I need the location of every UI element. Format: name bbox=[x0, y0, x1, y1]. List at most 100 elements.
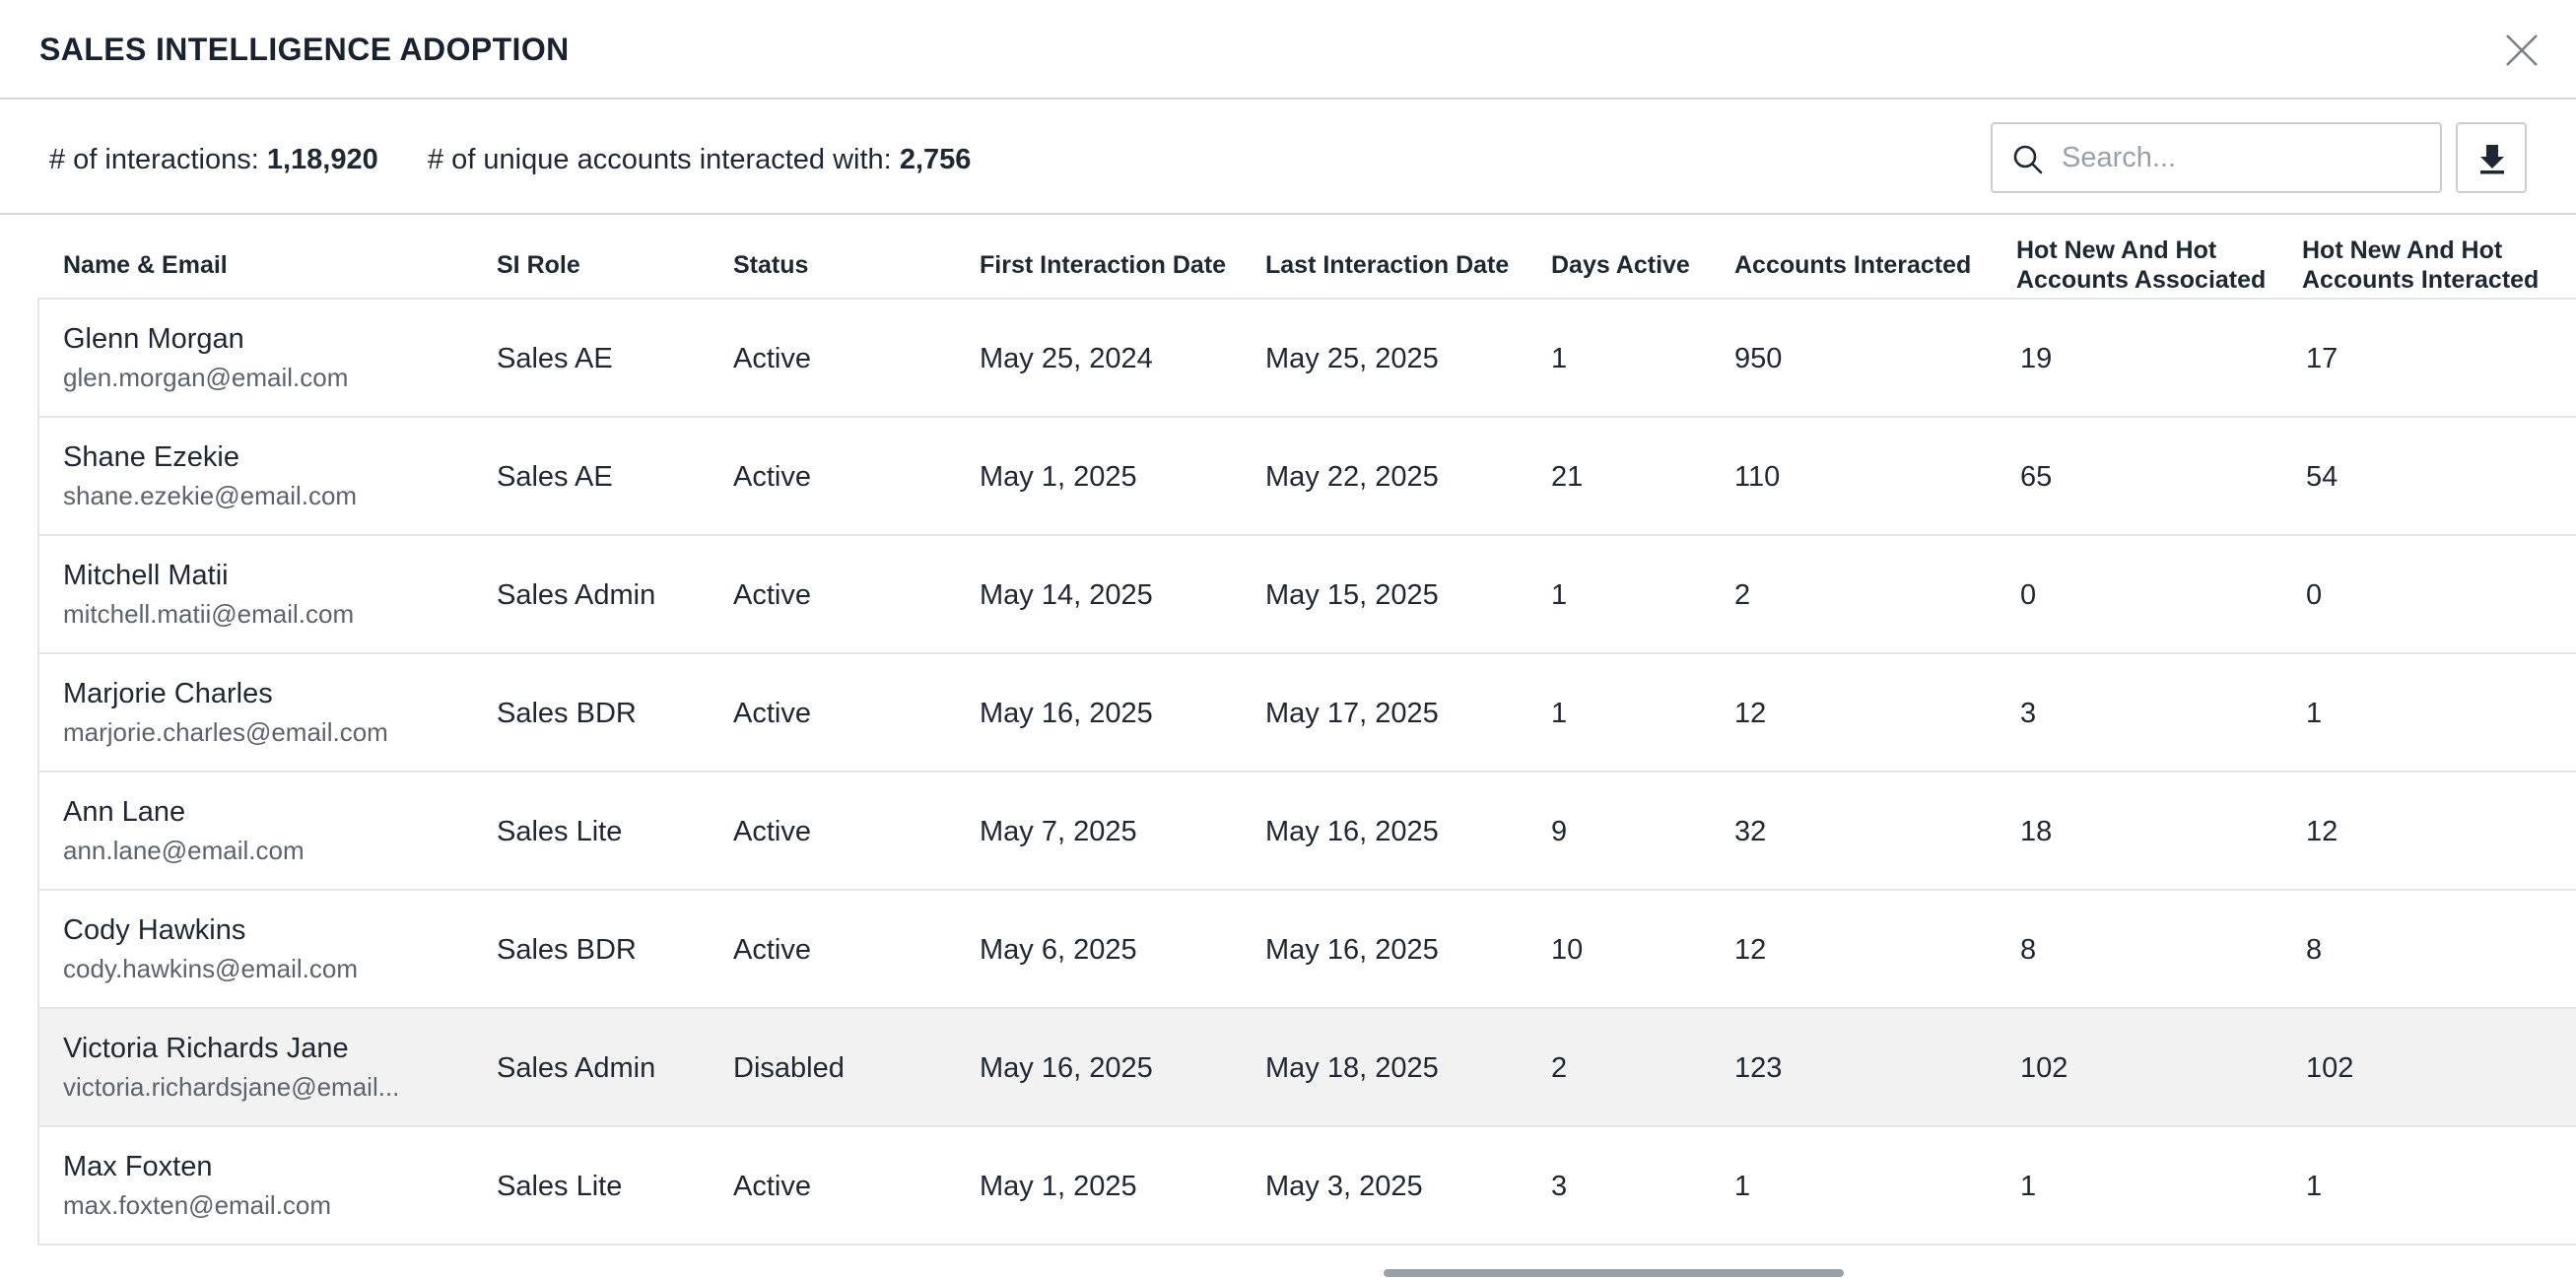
first-interaction-cell: May 16, 2025 bbox=[980, 1052, 1153, 1084]
hot-accounts-associated-cell: 65 bbox=[2020, 461, 2053, 493]
si-role-cell: Sales BDR bbox=[497, 934, 637, 966]
table-row[interactable]: Mitchell Matii mitchell.matii@email.com Sa… bbox=[37, 536, 2576, 654]
accounts-interacted-cell: 1 bbox=[1734, 1171, 1751, 1202]
search-input[interactable] bbox=[2062, 126, 2426, 189]
hot-accounts-associated-cell: 102 bbox=[2020, 1052, 2068, 1084]
close-button[interactable] bbox=[2501, 30, 2542, 71]
last-interaction-cell: May 22, 2025 bbox=[1265, 461, 1439, 493]
accounts-interacted-cell: 32 bbox=[1734, 816, 1767, 847]
interactions-value: 1,18,920 bbox=[266, 144, 378, 175]
modal-title: SALES INTELLIGENCE ADOPTION bbox=[39, 32, 570, 67]
header-si-role[interactable]: SI Role bbox=[497, 250, 580, 280]
user-name: Marjorie Charles bbox=[63, 678, 273, 709]
accounts-interacted-cell: 12 bbox=[1734, 934, 1767, 966]
header-hot-accounts-interacted[interactable]: Hot New And Hot Accounts Interacted bbox=[2302, 236, 2539, 295]
user-email: cody.hawkins@email.com bbox=[63, 954, 359, 983]
user-name: Max Foxten bbox=[63, 1151, 213, 1182]
last-interaction-cell: May 3, 2025 bbox=[1265, 1171, 1423, 1202]
table-row[interactable]: Max Foxten max.foxten@email.com Sales Lite… bbox=[37, 1127, 2576, 1245]
first-interaction-cell: May 25, 2024 bbox=[980, 343, 1153, 374]
close-icon bbox=[2506, 34, 2538, 66]
last-interaction-cell: May 16, 2025 bbox=[1265, 934, 1439, 966]
header-last-interaction[interactable]: Last Interaction Date bbox=[1265, 250, 1509, 280]
search-box[interactable] bbox=[1991, 122, 2442, 193]
hot-accounts-associated-cell: 19 bbox=[2020, 343, 2053, 374]
header-name-email[interactable]: Name & Email bbox=[63, 250, 228, 280]
hot-accounts-interacted-cell: 12 bbox=[2306, 816, 2339, 847]
si-role-cell: Sales Lite bbox=[497, 816, 623, 847]
hot-accounts-interacted-cell: 8 bbox=[2306, 934, 2323, 966]
user-name: Glenn Morgan bbox=[63, 323, 244, 355]
hot-accounts-interacted-cell: 102 bbox=[2306, 1052, 2354, 1084]
accounts-interacted-cell: 2 bbox=[1734, 579, 1751, 611]
first-interaction-cell: May 1, 2025 bbox=[980, 1171, 1137, 1202]
table-row[interactable]: Shane Ezekie shane.ezekie@email.com Sales … bbox=[37, 418, 2576, 536]
si-role-cell: Sales AE bbox=[497, 343, 613, 374]
hot-accounts-interacted-cell: 1 bbox=[2306, 698, 2323, 729]
header-hot-accounts-associated[interactable]: Hot New And Hot Accounts Associated bbox=[2016, 236, 2266, 295]
days-active-cell: 1 bbox=[1551, 343, 1568, 374]
interactions-stat: # of interactions: 1,18,920 bbox=[49, 144, 378, 176]
user-email: max.foxten@email.com bbox=[63, 1190, 332, 1220]
first-interaction-cell: May 1, 2025 bbox=[980, 461, 1137, 493]
si-role-cell: Sales Admin bbox=[497, 1052, 656, 1084]
table-row[interactable]: Cody Hawkins cody.hawkins@email.com Sales … bbox=[37, 891, 2576, 1009]
days-active-cell: 2 bbox=[1551, 1052, 1568, 1084]
hot-accounts-interacted-cell: 17 bbox=[2306, 343, 2339, 374]
hot-accounts-associated-cell: 8 bbox=[2020, 934, 2037, 966]
first-interaction-cell: May 14, 2025 bbox=[980, 579, 1153, 611]
accounts-interacted-cell: 123 bbox=[1734, 1052, 1783, 1084]
user-email: glen.morgan@email.com bbox=[63, 363, 349, 392]
header-days-active[interactable]: Days Active bbox=[1551, 250, 1690, 280]
table-row[interactable]: Glenn Morgan glen.morgan@email.com Sales A… bbox=[37, 300, 2576, 418]
user-email: marjorie.charles@email.com bbox=[63, 717, 388, 747]
hot-accounts-interacted-cell: 1 bbox=[2306, 1171, 2323, 1202]
table-header: Name & Email SI Role Status First Interacti… bbox=[37, 215, 2576, 300]
hot-accounts-interacted-cell: 54 bbox=[2306, 461, 2339, 493]
status-cell: Active bbox=[733, 816, 811, 847]
user-email: ann.lane@email.com bbox=[63, 836, 305, 865]
accounts-interacted-cell: 12 bbox=[1734, 698, 1767, 729]
si-role-cell: Sales BDR bbox=[497, 698, 637, 729]
status-cell: Active bbox=[733, 698, 811, 729]
status-cell: Active bbox=[733, 579, 811, 611]
table-row[interactable]: Victoria Richards Jane victoria.richardsj… bbox=[37, 1009, 2576, 1127]
si-role-cell: Sales AE bbox=[497, 461, 613, 493]
hot-accounts-associated-cell: 1 bbox=[2020, 1171, 2037, 1202]
search-icon bbox=[2013, 145, 2043, 174]
first-interaction-cell: May 7, 2025 bbox=[980, 816, 1137, 847]
user-name: Cody Hawkins bbox=[63, 914, 246, 946]
status-cell: Active bbox=[733, 934, 811, 966]
hot-accounts-associated-cell: 0 bbox=[2020, 579, 2037, 611]
unique-accounts-stat: # of unique accounts interacted with: 2,… bbox=[428, 144, 971, 176]
user-email: mitchell.matii@email.com bbox=[63, 599, 355, 629]
last-interaction-cell: May 18, 2025 bbox=[1265, 1052, 1439, 1084]
status-cell: Active bbox=[733, 343, 811, 374]
status-cell: Active bbox=[733, 461, 811, 493]
days-active-cell: 10 bbox=[1551, 934, 1584, 966]
users-table: Name & Email SI Role Status First Interacti… bbox=[37, 215, 2576, 1245]
download-button[interactable] bbox=[2456, 122, 2527, 193]
download-icon bbox=[2480, 145, 2504, 174]
days-active-cell: 21 bbox=[1551, 461, 1584, 493]
unique-accounts-label: # of unique accounts interacted with: bbox=[428, 144, 892, 175]
header-first-interaction[interactable]: First Interaction Date bbox=[980, 250, 1226, 280]
summary-bar: # of interactions: 1,18,920 # of unique … bbox=[0, 101, 2576, 215]
horizontal-scrollbar[interactable] bbox=[1384, 1269, 1844, 1277]
hot-accounts-associated-cell: 18 bbox=[2020, 816, 2053, 847]
last-interaction-cell: May 16, 2025 bbox=[1265, 816, 1439, 847]
user-name: Victoria Richards Jane bbox=[63, 1033, 349, 1064]
modal-header: SALES INTELLIGENCE ADOPTION bbox=[0, 0, 2576, 100]
days-active-cell: 1 bbox=[1551, 579, 1568, 611]
user-email: victoria.richardsjane@email... bbox=[63, 1072, 400, 1102]
header-status[interactable]: Status bbox=[733, 250, 808, 280]
unique-accounts-value: 2,756 bbox=[899, 144, 972, 175]
days-active-cell: 1 bbox=[1551, 698, 1568, 729]
header-accounts-interacted[interactable]: Accounts Interacted bbox=[1734, 250, 1971, 280]
si-role-cell: Sales Lite bbox=[497, 1171, 623, 1202]
table-row[interactable]: Ann Lane ann.lane@email.com Sales Lite Acti… bbox=[37, 773, 2576, 891]
hot-accounts-interacted-cell: 0 bbox=[2306, 579, 2323, 611]
si-role-cell: Sales Admin bbox=[497, 579, 656, 611]
table-row[interactable]: Marjorie Charles marjorie.charles@email.c… bbox=[37, 654, 2576, 773]
hot-accounts-associated-cell: 3 bbox=[2020, 698, 2037, 729]
